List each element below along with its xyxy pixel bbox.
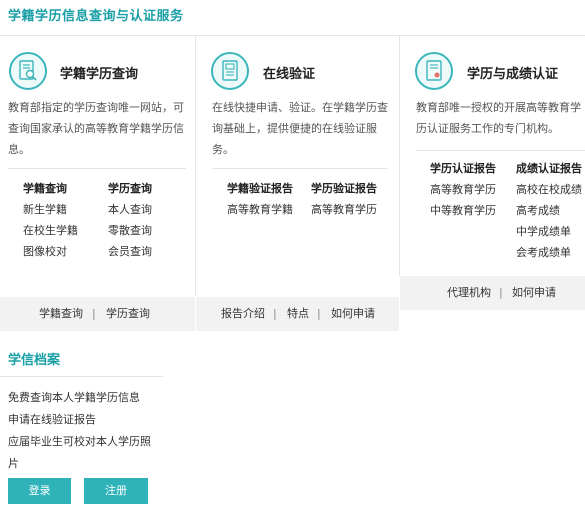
link-lingsan-chaxun[interactable]: 零散查询: [108, 220, 152, 241]
links-column: 学历认证报告 高等教育学历 中等教育学历: [430, 158, 496, 221]
card-divider: [212, 168, 388, 169]
footer-separator: |: [317, 307, 321, 320]
link-gaoxiao-zaixiao-chengji[interactable]: 高校在校成绩: [516, 179, 582, 200]
card-divider: [416, 150, 585, 151]
card-footer: 代理机构 | 如何申请: [400, 276, 585, 310]
feature-list: 免费查询本人学籍学历信息 申请在线验证报告 应届毕业生可校对本人学历照片: [8, 387, 158, 475]
card-description: 在线快捷申请、验证。在学籍学历查询基础上，提供便捷的在线验证服务。: [212, 101, 388, 156]
links-column-header: 学历查询: [108, 182, 152, 195]
card-footer: 报告介绍 | 特点 | 如何申请: [196, 297, 399, 331]
footer-link-ruhe-shenqing[interactable]: 如何申请: [331, 297, 375, 331]
footer-link-xueli-chaxun[interactable]: 学历查询: [106, 297, 150, 331]
column-divider: [195, 36, 196, 296]
links-column: 学历验证报告 高等教育学历: [311, 178, 377, 220]
feature-item: 应届毕业生可校对本人学历照片: [8, 435, 151, 470]
footer-link-ruhe-shenqing[interactable]: 如何申请: [512, 276, 556, 310]
link-huikao-chengjidan[interactable]: 会考成绩单: [516, 242, 582, 263]
links-column-header: 学历验证报告: [311, 182, 377, 195]
footer-separator: |: [273, 307, 277, 320]
column-divider: [399, 36, 400, 276]
title-divider: [0, 35, 585, 36]
footer-link-tedian[interactable]: 特点: [287, 297, 309, 331]
card-footer: 学籍查询 | 学历查询: [0, 297, 195, 331]
card-description: 教育部唯一授权的开展高等教育学历认证服务工作的专门机构。: [416, 101, 581, 135]
link-gaodeng-xueli[interactable]: 高等教育学历: [430, 179, 496, 200]
links-column-header: 学籍验证报告: [227, 182, 293, 195]
section-divider: [0, 376, 163, 377]
register-button[interactable]: 注册: [84, 478, 148, 504]
login-button[interactable]: 登录: [8, 478, 71, 504]
link-zaixiaosheng-xueji[interactable]: 在校生学籍: [23, 220, 78, 241]
card-title: 学籍学历查询: [60, 67, 139, 82]
link-zhongdeng-xueli[interactable]: 中等教育学历: [430, 200, 496, 221]
card-divider: [8, 168, 186, 169]
links-column-header: 成绩认证报告: [516, 162, 582, 175]
links-column: 学籍验证报告 高等教育学籍: [227, 178, 293, 220]
card-title: 学历与成绩认证: [467, 67, 559, 82]
card-title: 在线验证: [263, 67, 316, 82]
links-column: 成绩认证报告 高校在校成绩 高考成绩 中学成绩单 会考成绩单: [516, 158, 582, 263]
online-verification-icon: [211, 52, 249, 90]
links-column-header: 学历认证报告: [430, 162, 496, 175]
link-tuxiang-jiaodui[interactable]: 图像校对: [23, 241, 78, 262]
link-gaodeng-xueji[interactable]: 高等教育学籍: [227, 199, 293, 220]
section-title: 学信档案: [8, 353, 61, 368]
link-gaokao-chengji[interactable]: 高考成绩: [516, 200, 582, 221]
footer-link-baogao-jieshao[interactable]: 报告介绍: [221, 297, 265, 331]
links-column: 学历查询 本人查询 零散查询 会员查询: [108, 178, 152, 262]
certificate-icon: [415, 52, 453, 90]
student-record-search-icon: [9, 52, 47, 90]
footer-separator: |: [92, 307, 96, 320]
link-benren-chaxun[interactable]: 本人查询: [108, 199, 152, 220]
link-huiyuan-chaxun[interactable]: 会员查询: [108, 241, 152, 262]
feature-item: 免费查询本人学籍学历信息: [8, 391, 140, 404]
page-title: 学籍学历信息查询与认证服务: [8, 9, 184, 24]
links-column-header: 学籍查询: [23, 182, 67, 195]
footer-link-xueji-chaxun[interactable]: 学籍查询: [39, 297, 83, 331]
footer-link-daili-jigou[interactable]: 代理机构: [447, 276, 491, 310]
links-column: 学籍查询 新生学籍 在校生学籍 图像校对: [23, 178, 78, 262]
link-gaodeng-xueli[interactable]: 高等教育学历: [311, 199, 377, 220]
feature-item: 申请在线验证报告: [8, 413, 96, 426]
footer-separator: |: [499, 286, 503, 299]
card-description: 教育部指定的学历查询唯一网站，可查询国家承认的高等教育学籍学历信息。: [8, 101, 184, 156]
link-xinsheng-xueji[interactable]: 新生学籍: [23, 199, 78, 220]
link-zhongxue-chengjidan[interactable]: 中学成绩单: [516, 221, 582, 242]
